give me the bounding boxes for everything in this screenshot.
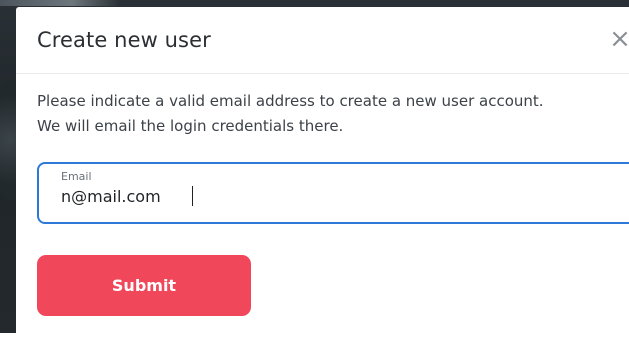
modal-title: Create new user (37, 28, 211, 52)
modal-description: Please indicate a valid email address to… (37, 89, 629, 139)
description-line: Please indicate a valid email address to… (37, 92, 544, 110)
close-icon[interactable]: × (606, 25, 629, 53)
modal-header-divider (16, 73, 629, 74)
email-field[interactable]: Email (37, 162, 629, 224)
create-user-modal: Create new user × Please indicate a vali… (16, 7, 629, 347)
submit-button[interactable]: Submit (37, 255, 251, 316)
email-input[interactable] (59, 182, 621, 210)
description-line: We will email the login credentials ther… (37, 117, 344, 135)
text-caret (192, 186, 193, 206)
backdrop-decoration (0, 0, 120, 6)
